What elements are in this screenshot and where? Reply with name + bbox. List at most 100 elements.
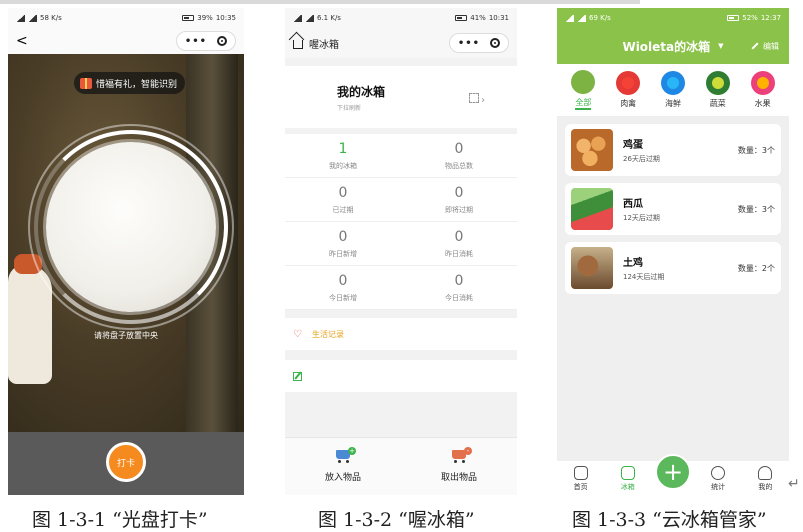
caret-down-icon[interactable]: ▼ bbox=[718, 42, 723, 50]
category-label: 海鲜 bbox=[664, 99, 681, 108]
life-record-row[interactable]: ♡ 生活记录 bbox=[285, 318, 517, 350]
reward-text: 惜福有礼，智能识别 bbox=[96, 79, 178, 90]
tab-profile[interactable]: 我的 bbox=[745, 466, 785, 492]
phone-screenshot-wo-fridge: 6.1 K/s 41% 10:31 喔冰箱 ••• 我的冰箱 下拉刷新 › 1 我的… bbox=[285, 8, 517, 495]
stats-row: 0 昨日新增 0 昨日消耗 bbox=[285, 222, 517, 266]
stat-total-items[interactable]: 0 物品总数 bbox=[401, 134, 517, 177]
back-icon[interactable]: < bbox=[16, 33, 28, 49]
stat-today-consumed[interactable]: 0 今日消耗 bbox=[401, 266, 517, 309]
stats-row: 0 已过期 0 即将过期 bbox=[285, 178, 517, 222]
list-item[interactable]: 鸡蛋 26天后过期 数量：3个 bbox=[565, 124, 781, 176]
stat-expired[interactable]: 0 已过期 bbox=[285, 178, 401, 221]
category-fruit[interactable]: 水果 bbox=[750, 71, 775, 109]
stat-label: 物品总数 bbox=[445, 161, 473, 170]
tab-fridge[interactable]: 冰箱 bbox=[608, 466, 648, 492]
category-all[interactable]: 全部 bbox=[571, 70, 596, 110]
stat-yesterday-consumed[interactable]: 0 昨日消耗 bbox=[401, 222, 517, 265]
take-out-button[interactable]: - 取出物品 bbox=[401, 438, 517, 495]
stat-number: 0 bbox=[338, 228, 348, 245]
close-target-icon[interactable] bbox=[490, 38, 500, 48]
battery-icon bbox=[727, 15, 740, 21]
item-thumbnail-eggs bbox=[571, 129, 613, 171]
category-meat[interactable]: 肉禽 bbox=[616, 71, 641, 109]
network-speed: 69 K/s bbox=[589, 14, 611, 22]
put-in-label: 放入物品 bbox=[324, 473, 361, 483]
item-quantity: 数量：3个 bbox=[737, 204, 775, 214]
put-in-button[interactable]: + 放入物品 bbox=[285, 438, 401, 495]
stat-number: 0 bbox=[454, 184, 464, 201]
stat-label: 我的冰箱 bbox=[329, 161, 357, 170]
item-quantity: 数量：2个 bbox=[737, 263, 775, 273]
chevron-right-icon: › bbox=[481, 94, 485, 106]
signal-icon bbox=[28, 14, 37, 22]
item-expiry: 26天后过期 bbox=[623, 155, 660, 163]
stats-row: 0 今日新增 0 今日消耗 bbox=[285, 266, 517, 310]
qr-code-icon[interactable] bbox=[469, 92, 479, 103]
add-item-button[interactable]: + bbox=[655, 454, 691, 490]
item-quantity: 数量：3个 bbox=[737, 145, 775, 155]
stats-icon bbox=[711, 466, 726, 480]
item-list: 鸡蛋 26天后过期 数量：3个 西瓜 12天后过期 数量：3个 土鸡 124天后… bbox=[557, 116, 789, 294]
battery-percent: 39% bbox=[197, 14, 213, 22]
app-header: Wioleta的冰箱 ▼ 编辑 bbox=[557, 28, 789, 64]
edit-icon bbox=[293, 371, 302, 381]
page-top-rule bbox=[0, 0, 640, 4]
home-icon bbox=[573, 466, 588, 480]
more-icon[interactable]: ••• bbox=[458, 38, 480, 49]
fridge-subtitle: 下拉刷新 bbox=[337, 104, 362, 112]
signal-icon bbox=[305, 14, 314, 22]
stat-today-added[interactable]: 0 今日新增 bbox=[285, 266, 401, 309]
phone-screenshot-plate-checkin: 58 K/s 39% 10:35 < ••• 惜福有礼，智能识别 请将盘子放置中央… bbox=[8, 8, 244, 495]
nav-bar: < ••• bbox=[8, 28, 244, 54]
stat-yesterday-added[interactable]: 0 昨日新增 bbox=[285, 222, 401, 265]
category-seafood[interactable]: 海鲜 bbox=[660, 71, 685, 109]
status-bar: 69 K/s 52% 12:37 bbox=[557, 8, 789, 28]
category-vegetable-icon bbox=[705, 71, 730, 95]
signal-icon bbox=[293, 14, 302, 22]
fridge-selector-title[interactable]: Wioleta的冰箱 bbox=[622, 38, 710, 55]
checkin-button[interactable]: 打卡 bbox=[106, 442, 146, 482]
stat-label: 已过期 bbox=[332, 205, 354, 214]
tab-label: 我的 bbox=[758, 483, 773, 491]
stats-row: 1 我的冰箱 0 物品总数 bbox=[285, 134, 517, 178]
category-all-icon bbox=[571, 70, 596, 94]
item-name: 土鸡 bbox=[623, 258, 643, 269]
category-label: 肉禽 bbox=[620, 99, 637, 108]
nav-title: 喔冰箱 bbox=[309, 39, 339, 51]
battery-icon bbox=[455, 15, 468, 21]
item-thumbnail-watermelon bbox=[571, 188, 613, 230]
camera-bottom-bar: 打卡 bbox=[8, 432, 244, 495]
close-target-icon[interactable] bbox=[217, 36, 227, 46]
fridge-header[interactable]: 我的冰箱 下拉刷新 › bbox=[285, 66, 517, 128]
plate-image bbox=[46, 142, 216, 312]
stat-my-fridge[interactable]: 1 我的冰箱 bbox=[285, 134, 401, 177]
more-icon[interactable]: ••• bbox=[185, 36, 207, 47]
stat-expiring[interactable]: 0 即将过期 bbox=[401, 178, 517, 221]
figure-caption-1: 图 1-3-1 “光盘打卡” bbox=[32, 509, 208, 531]
tab-stats[interactable]: 统计 bbox=[698, 466, 738, 492]
item-name: 西瓜 bbox=[623, 199, 643, 210]
item-expiry: 124天后过期 bbox=[623, 273, 665, 281]
figure-caption-3: 图 1-3-3 “云冰箱管家” bbox=[572, 509, 767, 531]
edit-row[interactable] bbox=[285, 360, 517, 392]
list-item[interactable]: 土鸡 124天后过期 数量：2个 bbox=[565, 242, 781, 294]
bottom-action-bar: + 放入物品 - 取出物品 bbox=[285, 437, 517, 495]
stat-label: 今日新增 bbox=[329, 293, 357, 302]
plate-hint-text: 请将盘子放置中央 bbox=[94, 331, 158, 340]
category-vegetable[interactable]: 蔬菜 bbox=[705, 71, 730, 109]
mini-program-capsule: ••• bbox=[175, 31, 236, 51]
battery-percent: 41% bbox=[470, 14, 486, 22]
tab-home[interactable]: 首页 bbox=[561, 466, 601, 492]
list-item[interactable]: 西瓜 12天后过期 数量：3个 bbox=[565, 183, 781, 235]
reward-banner[interactable]: 惜福有礼，智能识别 bbox=[74, 72, 186, 94]
heart-icon: ♡ bbox=[293, 328, 302, 340]
network-speed: 6.1 K/s bbox=[317, 14, 341, 22]
tab-label: 统计 bbox=[711, 483, 726, 491]
category-fruit-icon bbox=[750, 71, 775, 95]
stat-number: 0 bbox=[338, 272, 348, 289]
edit-button[interactable]: 编辑 bbox=[751, 41, 779, 52]
status-time: 12:37 bbox=[760, 14, 781, 22]
camera-viewfinder: 惜福有礼，智能识别 请将盘子放置中央 bbox=[8, 54, 244, 432]
home-icon[interactable] bbox=[293, 40, 303, 49]
category-label: 水果 bbox=[754, 99, 771, 108]
